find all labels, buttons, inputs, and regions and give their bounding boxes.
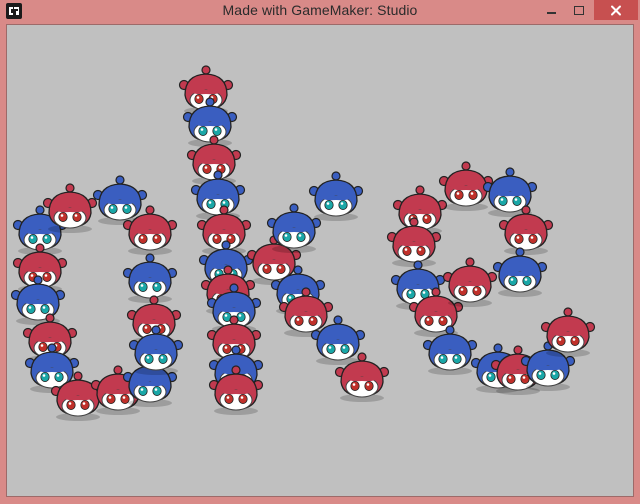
blob-sprite-red [119, 205, 181, 257]
maximize-icon [574, 5, 584, 15]
blob-sprite-red [205, 365, 267, 417]
blob-sprite-red [439, 257, 501, 309]
game-window: Made with GameMaker: Studio [0, 0, 640, 504]
blob-sprite-blue [125, 325, 187, 377]
blob-sprite-blue [305, 171, 367, 223]
game-canvas[interactable] [6, 24, 634, 497]
minimize-icon [546, 12, 556, 14]
close-button[interactable] [594, 0, 638, 20]
maximize-button[interactable] [566, 0, 592, 20]
blob-sprite-red [331, 352, 393, 404]
blob-sprite-red [537, 307, 599, 359]
minimize-button[interactable] [538, 0, 564, 20]
close-icon [611, 5, 621, 15]
title-bar[interactable]: Made with GameMaker: Studio [0, 0, 640, 24]
